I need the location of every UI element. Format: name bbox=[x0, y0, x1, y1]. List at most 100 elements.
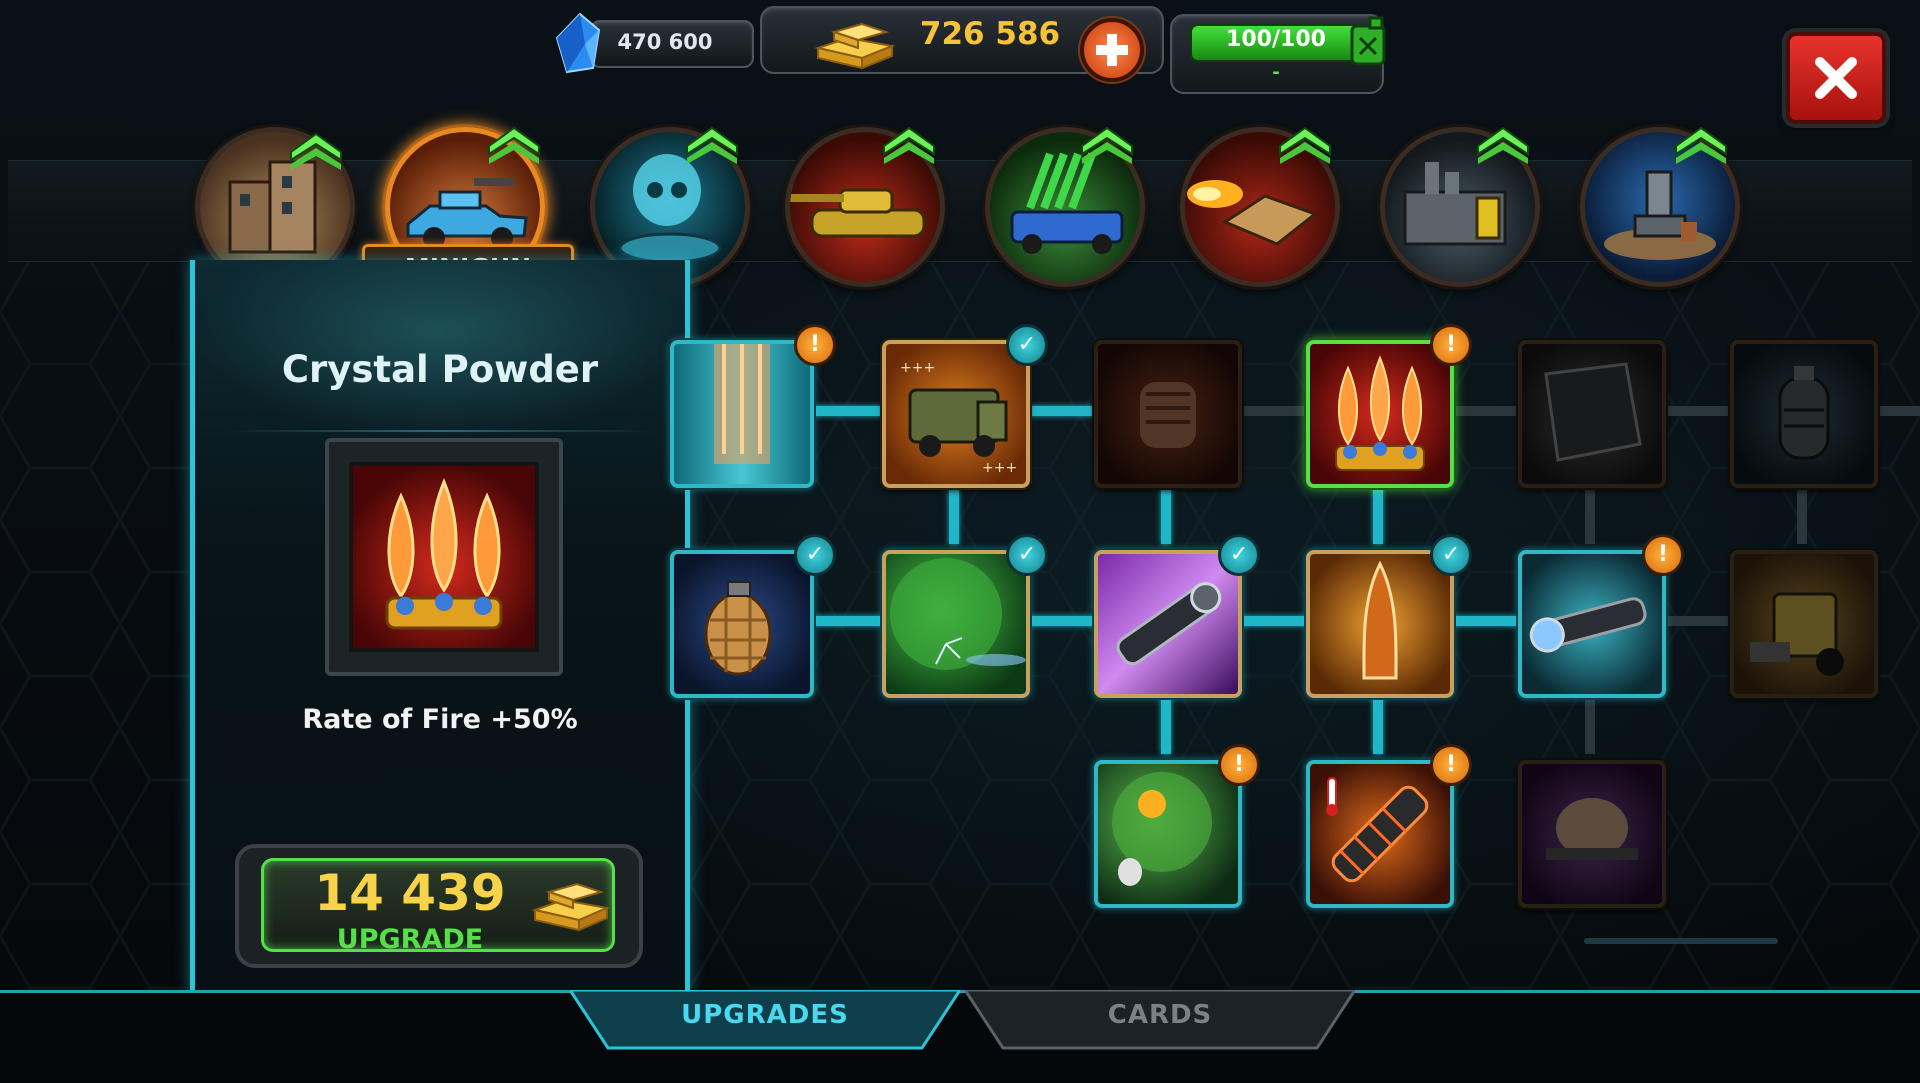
connector bbox=[1662, 406, 1730, 416]
connector bbox=[1026, 406, 1094, 416]
connector bbox=[1373, 692, 1383, 754]
upgrade-chevron-icon bbox=[488, 126, 540, 164]
connector bbox=[949, 482, 959, 544]
upgrade-label: UPGRADE bbox=[336, 924, 484, 955]
grenade-shield-node[interactable] bbox=[1094, 760, 1242, 908]
fuel-timer: - bbox=[1272, 62, 1280, 83]
connector bbox=[1450, 406, 1518, 416]
alert-badge: ! bbox=[1642, 534, 1684, 576]
green-shield-icon bbox=[890, 558, 1026, 670]
upgrade-chevron-icon bbox=[686, 126, 738, 164]
connector bbox=[1161, 692, 1171, 754]
connector bbox=[1450, 616, 1518, 626]
muscle-node[interactable] bbox=[1518, 760, 1666, 908]
completed-badge: ✓ bbox=[794, 534, 836, 576]
fist-icon bbox=[1140, 382, 1196, 448]
scope-node[interactable] bbox=[1518, 550, 1666, 698]
item-icon-frame bbox=[325, 438, 563, 676]
crystal-powder-icon bbox=[385, 478, 503, 630]
exclamation-icon: ! bbox=[1233, 752, 1245, 777]
connector bbox=[1585, 482, 1595, 544]
exclamation-icon: ! bbox=[1657, 542, 1669, 567]
upgrade-tree: +++ +++ ! ✓ ! ✓ ✓ ✓ ✓ ! ! ! bbox=[670, 324, 1920, 944]
frag-grenade-node[interactable] bbox=[670, 550, 814, 698]
armor-plate-node[interactable] bbox=[670, 340, 814, 488]
crystals-value: 470 600 bbox=[617, 30, 713, 54]
muscle-icon bbox=[1546, 798, 1638, 860]
armored-truck-node[interactable]: +++ +++ bbox=[882, 340, 1030, 488]
tab-cards[interactable]: CARDS bbox=[965, 990, 1355, 1052]
scrollbar[interactable] bbox=[1584, 938, 1778, 944]
connector bbox=[1238, 616, 1306, 626]
minigun-barrel-icon bbox=[1116, 582, 1222, 666]
grenade-canister-icon bbox=[1778, 366, 1830, 460]
exclamation-icon: ! bbox=[809, 332, 821, 357]
exclamation-icon: ! bbox=[1445, 752, 1457, 777]
connector bbox=[1238, 406, 1306, 416]
svg-text:+++: +++ bbox=[982, 460, 1017, 476]
completed-badge: ✓ bbox=[1006, 324, 1048, 366]
upgrade-chevron-icon bbox=[1477, 126, 1529, 164]
frag-grenade-icon bbox=[704, 581, 772, 676]
check-icon: ✓ bbox=[805, 542, 825, 567]
grenade-canister-node[interactable] bbox=[1730, 340, 1878, 488]
item-title-divider bbox=[225, 430, 655, 432]
green-shield-node[interactable] bbox=[882, 550, 1030, 698]
connector bbox=[1662, 616, 1730, 626]
alert-badge: ! bbox=[794, 324, 836, 366]
check-icon: ✓ bbox=[1017, 332, 1037, 357]
item-title: Crystal Powder bbox=[281, 348, 599, 391]
check-icon: ✓ bbox=[1441, 542, 1461, 567]
armor-plate-icon bbox=[714, 344, 770, 464]
crystal-powder-node[interactable] bbox=[1306, 340, 1454, 488]
check-icon: ✓ bbox=[1229, 542, 1249, 567]
bulldozer-node[interactable] bbox=[1730, 550, 1878, 698]
bullet-icon bbox=[1362, 560, 1398, 680]
bottom-bar bbox=[0, 990, 1920, 1083]
svg-text:+++: +++ bbox=[900, 360, 935, 376]
scope-icon bbox=[1529, 597, 1647, 653]
bulldozer-icon bbox=[1750, 592, 1844, 676]
item-effect: Rate of Fire +50% bbox=[302, 704, 578, 735]
buy-gold-button[interactable] bbox=[1080, 18, 1144, 82]
alert-badge: ! bbox=[1430, 324, 1472, 366]
connector bbox=[1373, 482, 1383, 544]
connector bbox=[1026, 616, 1094, 626]
alert-badge: ! bbox=[1218, 744, 1260, 786]
tab-upgrades[interactable]: UPGRADES bbox=[570, 990, 960, 1052]
armored-truck-icon: +++ +++ bbox=[900, 360, 1017, 476]
exclamation-icon: ! bbox=[1445, 332, 1457, 357]
upgrade-chevron-icon bbox=[883, 126, 935, 164]
gold-bars-icon bbox=[531, 882, 611, 932]
close-button[interactable] bbox=[1786, 32, 1886, 124]
heated-barrel-icon bbox=[1326, 777, 1429, 883]
fuel-value: 100/100 bbox=[1226, 27, 1326, 52]
completed-badge: ✓ bbox=[1006, 534, 1048, 576]
fist-node[interactable] bbox=[1094, 340, 1242, 488]
close-icon bbox=[1815, 57, 1857, 99]
connector bbox=[814, 406, 882, 416]
connector bbox=[814, 616, 882, 626]
connector bbox=[1797, 482, 1807, 544]
steel-plate-icon bbox=[1544, 362, 1642, 462]
connector bbox=[1161, 482, 1171, 544]
alert-badge: ! bbox=[1430, 744, 1472, 786]
connector bbox=[1874, 406, 1920, 416]
minigun-barrel-node[interactable] bbox=[1094, 550, 1242, 698]
crystal-powder-icon bbox=[1335, 355, 1425, 471]
upgrade-chevron-icon bbox=[290, 132, 342, 170]
upgrade-chevron-icon bbox=[1279, 126, 1331, 164]
steel-plate-node[interactable] bbox=[1518, 340, 1666, 488]
top-bar: 470 600 726 586 100/100 - bbox=[0, 0, 1920, 124]
upgrade-chevron-icon bbox=[1081, 126, 1133, 164]
gold-bars-icon bbox=[814, 22, 896, 70]
plus-icon bbox=[1096, 34, 1128, 66]
heated-barrel-node[interactable] bbox=[1306, 760, 1454, 908]
upgrade-button[interactable]: 14 439 UPGRADE bbox=[235, 840, 643, 970]
fuel-can-icon bbox=[1350, 16, 1386, 66]
grenade-shield-icon bbox=[1112, 772, 1212, 886]
connector bbox=[1585, 692, 1595, 754]
bullet-node[interactable] bbox=[1306, 550, 1454, 698]
gold-value: 726 586 bbox=[919, 16, 1061, 52]
completed-badge: ✓ bbox=[1218, 534, 1260, 576]
